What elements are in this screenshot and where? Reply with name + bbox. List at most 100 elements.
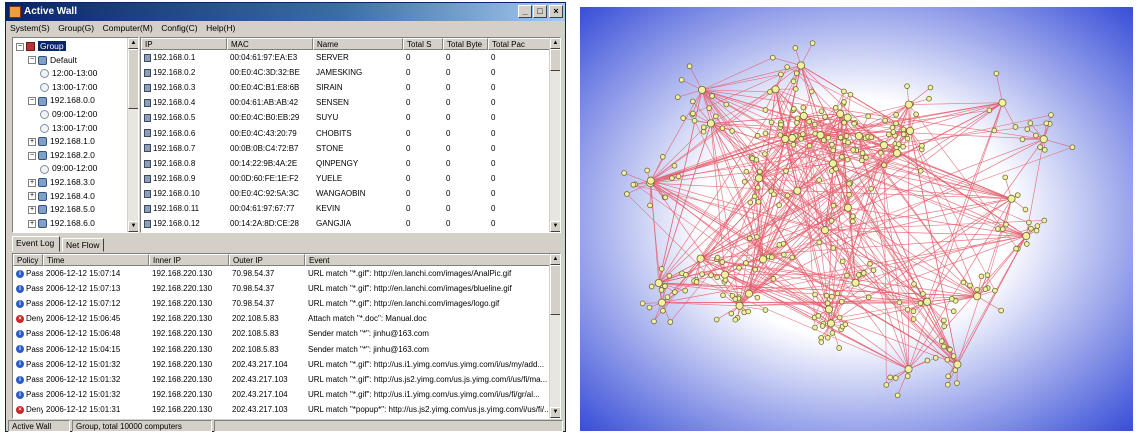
tree-node[interactable]: 09:00-12:00 [40,162,97,175]
host-row[interactable]: 192.168.0.12 00:14:2A:8D:CE:28 GANGJIA 0 0 0 [141,217,549,230]
col-mac-header[interactable]: MAC [227,38,313,50]
host-list-scrollbar[interactable]: ▲ ▼ [549,38,560,232]
col-outer-ip-header[interactable]: Outer IP [229,254,305,266]
host-row[interactable]: 192.168.0.6 00:E0:4C:43:20:79 CHOBITS 0 0 0 [141,127,549,140]
tree-scroll-thumb[interactable] [128,49,138,109]
graph-node [693,279,700,285]
tab-event-log[interactable]: Event Log [12,236,60,252]
col-policy-header[interactable]: Policy [13,254,43,266]
menu-config[interactable]: Config(C) [161,21,197,36]
tree-node[interactable]: 13:00-17:00 [40,81,97,94]
collapse-icon[interactable]: − [28,151,36,160]
tree-scrollbar[interactable]: ▲ ▼ [127,38,138,232]
tab-net-flow[interactable]: Net Flow [62,238,104,252]
host-scroll-thumb[interactable] [550,49,560,71]
host-scroll-up-icon[interactable]: ▲ [550,38,560,49]
tree-node-label: 192.168.1.0 [50,136,95,147]
title-bar[interactable]: Active Wall _ □ × [6,3,565,21]
minimize-button[interactable]: _ [518,5,532,18]
event-row[interactable]: i Pass 2006-12-12 15:04:15 192.168.220.130 2… [13,343,549,356]
menu-computer[interactable]: Computer(M) [103,21,153,36]
tree-scroll-down-icon[interactable]: ▼ [128,221,138,232]
host-row[interactable]: 192.168.0.4 00:04:61:AB:AB:42 SENSEN 0 0 0 [141,96,549,109]
clock-icon [40,123,49,133]
host-row[interactable]: 192.168.0.1 00:04:61:97:EA:E3 SERVER 0 0 0 [141,51,549,64]
event-scroll-down-icon[interactable]: ▼ [550,407,560,418]
event-log-list[interactable]: Policy Time Inner IP Outer IP Event i Pas… [12,253,561,419]
col-inner-ip-header[interactable]: Inner IP [149,254,229,266]
host-row[interactable]: 192.168.0.8 00:14:22:9B:4A:2E QINPENGY 0 0 0 [141,157,549,170]
tree-node[interactable]: +192.168.3.0 [28,176,95,189]
tree-node[interactable]: − Group [16,40,66,53]
host-row[interactable]: 192.168.0.3 00:E0:4C:B1:E8:6B SIRAIN 0 0 0 [141,81,549,94]
tree-node[interactable]: +192.168.4.0 [28,190,95,203]
tree-node[interactable]: 13:00-17:00 [40,122,97,135]
event-scroll-up-icon[interactable]: ▲ [550,254,560,265]
tree-node[interactable]: +192.168.5.0 [28,203,95,216]
col-time-header[interactable]: Time [43,254,149,266]
graph-node [1033,132,1039,139]
expand-icon[interactable]: + [28,192,36,201]
event-row[interactable]: i Pass 2006-12-12 15:07:14 192.168.220.130 7… [13,267,549,280]
event-log-scrollbar[interactable]: ▲ ▼ [549,254,560,418]
graph-node [829,330,836,336]
collapse-icon[interactable]: − [28,97,36,106]
host-row[interactable]: 192.168.0.5 00:E0:4C:B0:EB:29 SUYU 0 0 0 [141,111,549,124]
col-ip-header[interactable]: IP [141,38,227,50]
col-event-header[interactable]: Event [305,254,551,266]
col-total-s-header[interactable]: Total S [403,38,443,50]
menu-group[interactable]: Group(G) [58,21,94,36]
expand-icon[interactable]: + [28,219,36,228]
maximize-button[interactable]: □ [533,5,547,18]
graph-node [904,365,913,374]
event-row[interactable]: i Pass 2006-12-12 15:01:32 192.168.220.130 2… [13,373,549,386]
graph-node [719,259,726,265]
graph-node [952,367,959,373]
expand-icon[interactable]: + [28,137,36,146]
tree-node[interactable]: 09:00-12:00 [40,108,97,121]
host-list[interactable]: IP MAC Name Total S Total Byte Total Pac… [140,37,561,233]
group-tree[interactable]: − Group − Default 12:00-13:00 13:00-17:00−192… [12,37,139,233]
collapse-icon[interactable]: − [16,42,24,51]
event-scroll-thumb[interactable] [550,265,560,315]
expand-icon[interactable]: + [28,205,36,214]
host-row[interactable]: 192.168.0.9 00:0D:60:FE:1E:F2 YUELE 0 0 0 [141,172,549,185]
host-row[interactable]: 192.168.0.7 00:0B:0B:C4:72:B7 STONE 0 0 0 [141,142,549,155]
event-row[interactable]: i Pass 2006-12-12 15:01:32 192.168.220.130 2… [13,388,549,401]
graph-node [736,265,742,271]
col-name-header[interactable]: Name [313,38,403,50]
menu-system[interactable]: System(S) [10,21,50,36]
computer-icon [144,159,151,168]
event-row[interactable]: i Pass 2006-12-12 15:07:13 192.168.220.130 7… [13,282,549,295]
event-row[interactable]: i Pass 2006-12-12 15:07:12 192.168.220.130 7… [13,297,549,310]
tree-node[interactable]: − 192.168.2.0 [28,149,95,162]
event-row[interactable]: i Pass 2006-12-12 15:06:48 192.168.220.130 2… [13,327,549,340]
host-row[interactable]: 192.168.0.11 00:04:61:97:67:77 KEVIN 0 0 0 [141,202,549,215]
host-scroll-down-icon[interactable]: ▼ [550,221,560,232]
tree-node[interactable]: +192.168.1.0 [28,135,95,148]
menu-help[interactable]: Help(H) [206,21,235,36]
graph-node [841,88,847,95]
tree-node[interactable]: − Default [28,54,77,67]
host-name: CHOBITS [316,128,352,138]
tree-node[interactable]: − 192.168.0.0 [28,94,95,107]
close-button[interactable]: × [549,5,563,18]
tree-scroll-up-icon[interactable]: ▲ [128,38,138,49]
host-mac: 00:E0:4C:92:5A:3C [230,188,299,198]
host-ip: 192.168.0.6 [141,127,227,140]
event-row[interactable]: × Deny 2006-12-12 15:06:45 192.168.220.130 2… [13,312,549,325]
host-total-s: 0 [406,68,411,78]
collapse-icon[interactable]: − [28,56,36,65]
computer-icon [144,144,151,153]
col-total-pac-header[interactable]: Total Pac [488,38,551,50]
host-row[interactable]: 192.168.0.10 00:E0:4C:92:5A:3C WANGAOBIN 0 0… [141,187,549,200]
tree-node[interactable]: +192.168.6.0 [28,217,95,230]
event-row[interactable]: i Pass 2006-12-12 15:01:32 192.168.220.130 2… [13,358,549,371]
graph-node [842,321,849,328]
col-total-byte-header[interactable]: Total Byte [443,38,488,50]
event-row[interactable]: × Deny 2006-12-12 15:01:31 192.168.220.130 2… [13,403,551,416]
tree-node[interactable]: 12:00-13:00 [40,67,97,80]
expand-icon[interactable]: + [28,178,36,187]
host-row[interactable]: 192.168.0.2 00:E0:4C:3D:32:BE JAMESKING 0 0 0 [141,66,549,79]
graph-node [1003,221,1009,228]
